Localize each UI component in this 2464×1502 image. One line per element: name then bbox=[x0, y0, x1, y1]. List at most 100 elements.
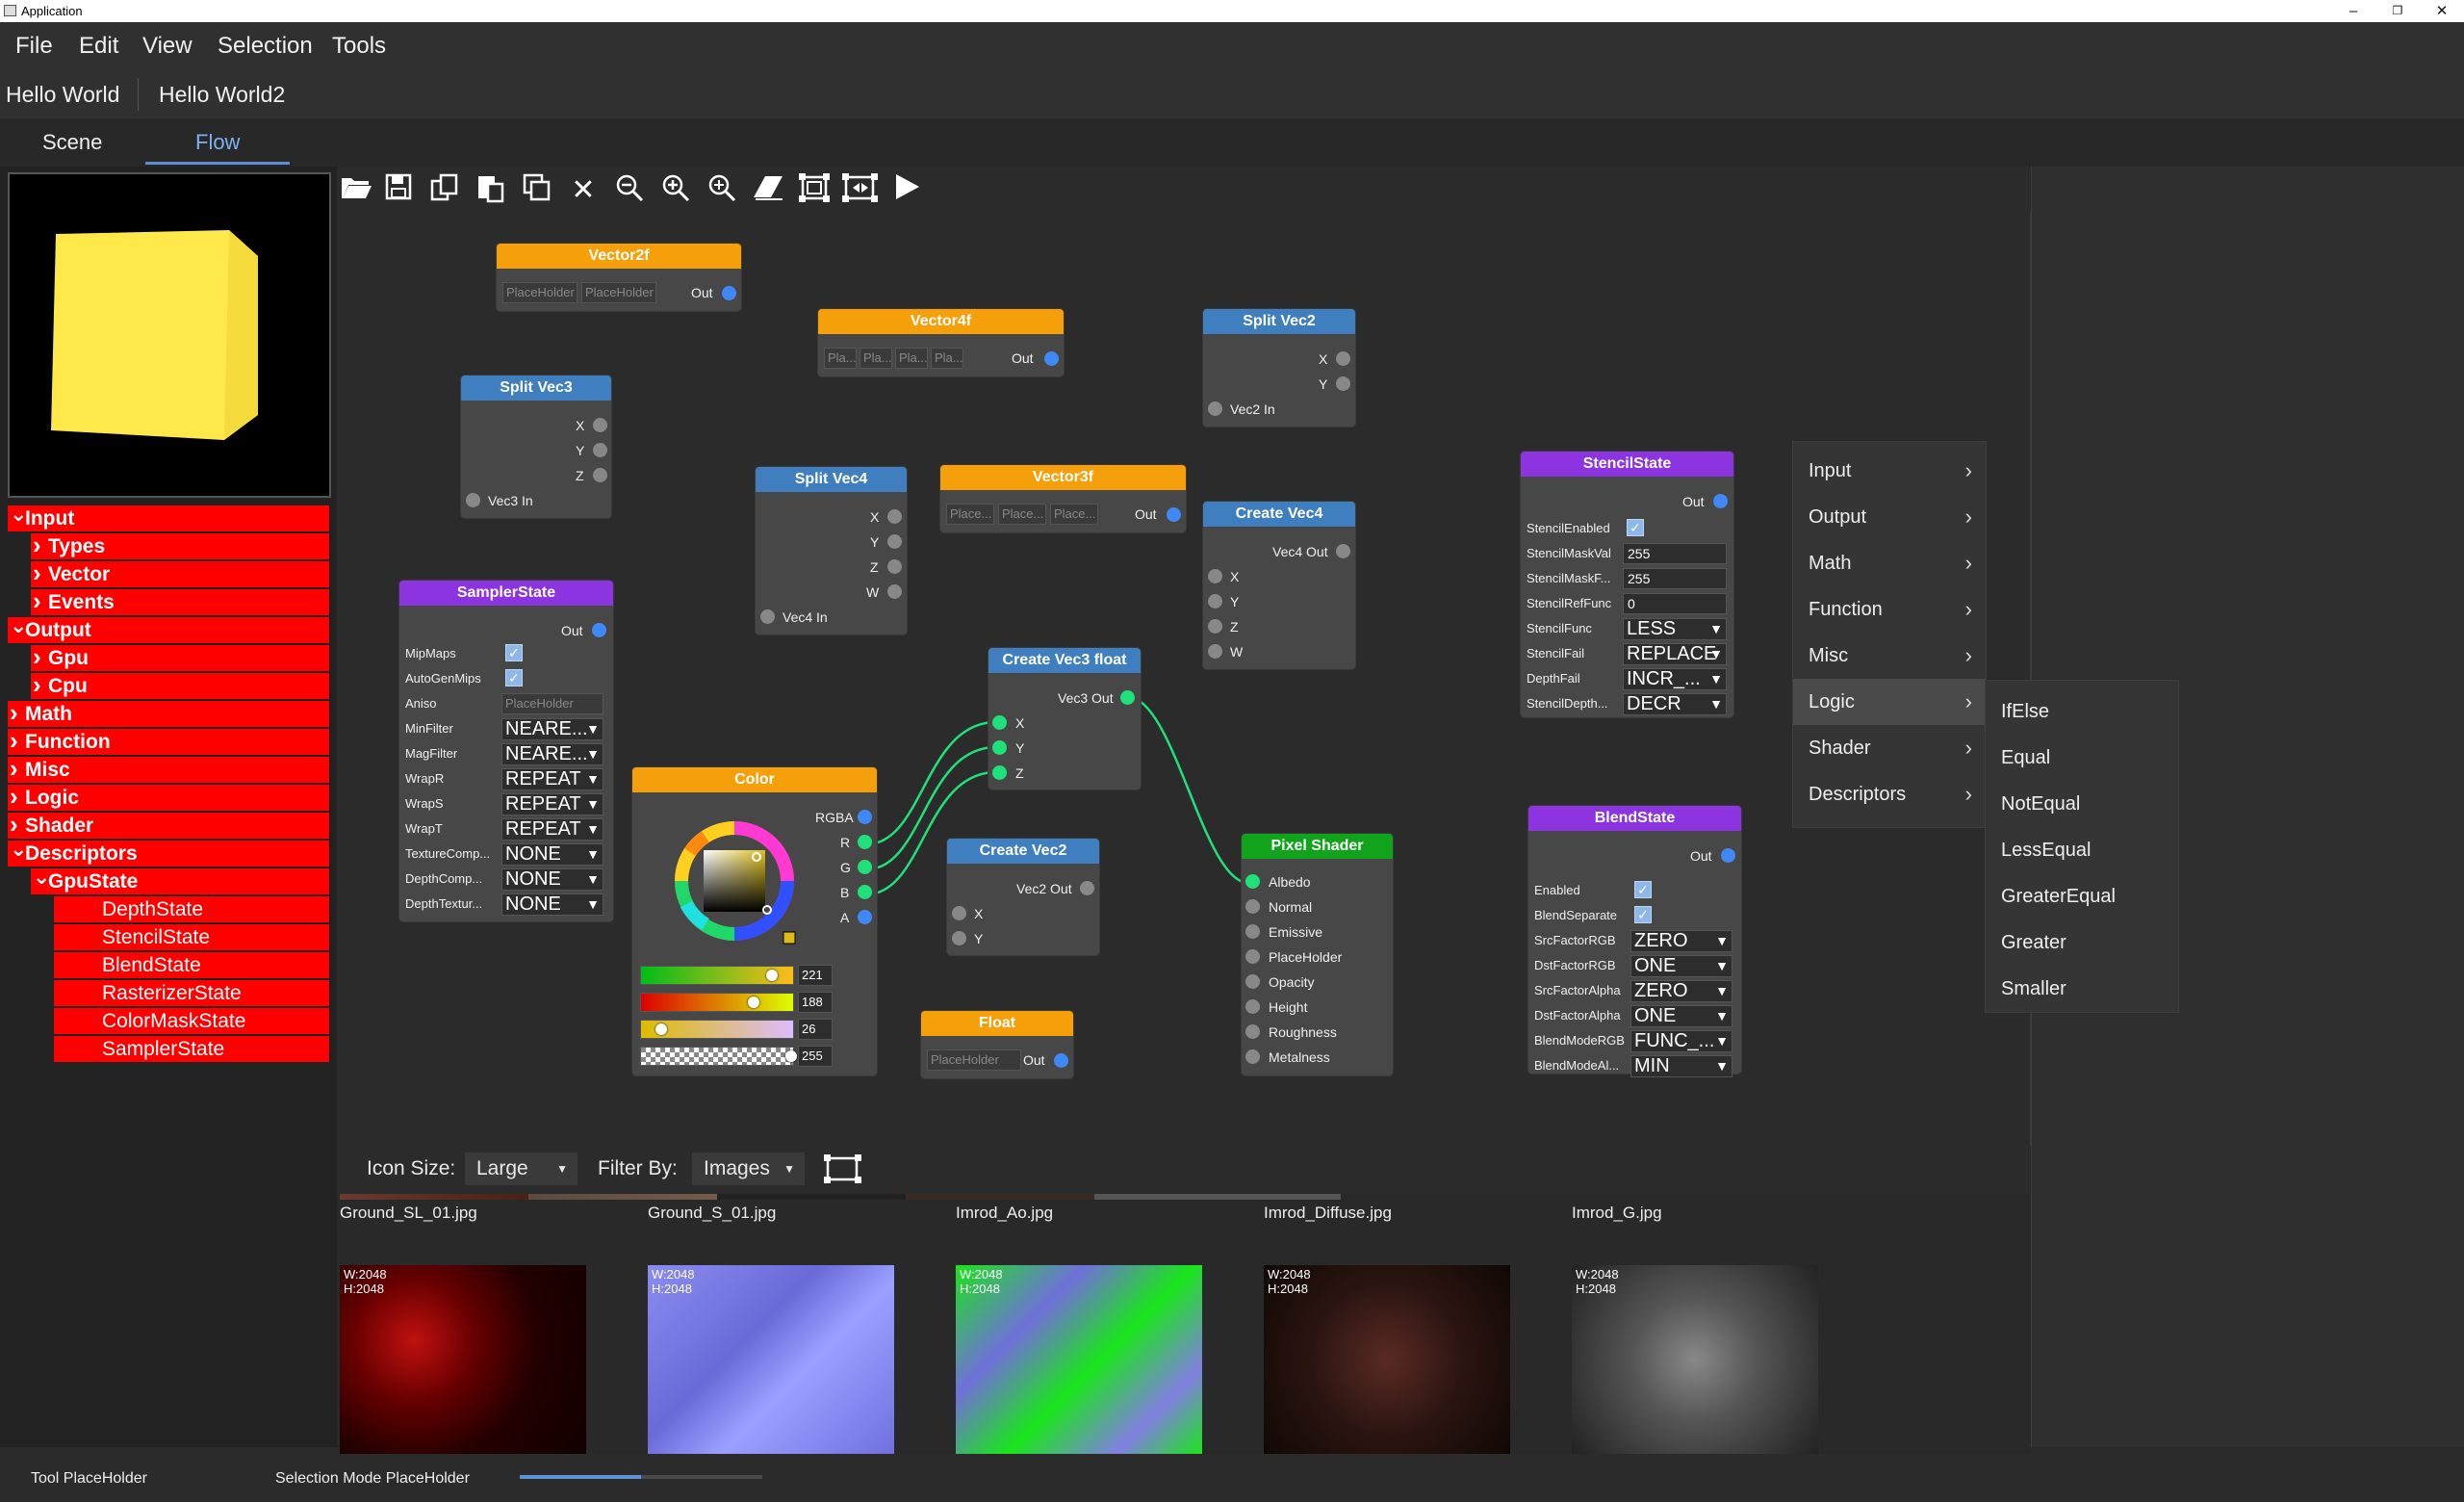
in-pin[interactable] bbox=[1245, 974, 1260, 989]
chevron-right-icon[interactable]: › bbox=[10, 812, 25, 837]
slider-handle[interactable] bbox=[766, 970, 778, 981]
context-menu-item-shader[interactable]: Shader › bbox=[1793, 725, 1986, 771]
input-y[interactable]: Pla... bbox=[860, 348, 892, 369]
node-float[interactable]: Float PlaceHolder Out bbox=[921, 1011, 1073, 1078]
chevron-down-icon[interactable]: ⌄ bbox=[10, 839, 27, 860]
menu-selection[interactable]: Selection bbox=[218, 33, 313, 60]
input-x[interactable]: Pla... bbox=[824, 348, 857, 369]
tree-item-misc[interactable]: › Misc bbox=[8, 756, 329, 783]
scene-preview[interactable] bbox=[8, 172, 331, 498]
combo-box[interactable]: REPLACE ▼ bbox=[1623, 643, 1727, 665]
tree-item-stencilstate[interactable]: StencilState bbox=[54, 924, 329, 950]
context-menu-item-input[interactable]: Input › bbox=[1793, 448, 1986, 494]
asset-filename[interactable]: Imrod_G.jpg bbox=[1572, 1204, 1662, 1223]
node-split-vec2[interactable]: Split Vec2 X Y Vec2 In bbox=[1203, 309, 1355, 427]
in-pin[interactable] bbox=[1208, 401, 1222, 416]
tree-item-cpu[interactable]: › Cpu bbox=[31, 672, 329, 699]
tree-item-function[interactable]: › Function bbox=[8, 728, 329, 755]
input-y[interactable]: Place... bbox=[998, 504, 1046, 525]
context-menu-item-descriptors[interactable]: Descriptors › bbox=[1793, 771, 1986, 817]
submenu-item-equal[interactable]: Equal bbox=[1986, 735, 2178, 781]
color-value-r[interactable]: 221 bbox=[798, 965, 833, 986]
tree-item-logic[interactable]: › Logic bbox=[8, 784, 329, 811]
out-pin[interactable] bbox=[1721, 848, 1735, 863]
combo-box[interactable]: INCR_... ▼ bbox=[1623, 668, 1727, 690]
chevron-right-icon[interactable]: › bbox=[10, 728, 25, 753]
tab-scene[interactable]: Scene bbox=[42, 130, 102, 155]
menu-file[interactable]: File bbox=[15, 33, 53, 60]
color-value-a[interactable]: 255 bbox=[798, 1046, 833, 1067]
context-menu-item-output[interactable]: Output › bbox=[1793, 494, 1986, 540]
node-pixel-shader[interactable]: Pixel Shader Albedo Normal Emissive PlaceHo… bbox=[1242, 834, 1393, 1075]
icon-size-select[interactable]: Large ▼ bbox=[465, 1152, 578, 1185]
in-pin[interactable] bbox=[1245, 999, 1260, 1014]
color-slider-b[interactable] bbox=[640, 1020, 794, 1039]
tree-item-blendstate[interactable]: BlendState bbox=[54, 952, 329, 978]
combo-box[interactable]: LESS ▼ bbox=[1623, 618, 1727, 640]
asset-thumbnail[interactable]: W:2048 H:2048 bbox=[340, 1265, 586, 1454]
input-w[interactable]: Pla... bbox=[931, 348, 963, 369]
out-y-pin[interactable] bbox=[1336, 376, 1350, 391]
color-value-g[interactable]: 188 bbox=[798, 992, 833, 1013]
tree-item-depthstate[interactable]: DepthState bbox=[54, 896, 329, 922]
out-r-pin[interactable] bbox=[858, 835, 872, 849]
combo-box[interactable]: ZERO ▼ bbox=[1630, 930, 1732, 952]
duplicate-icon[interactable] bbox=[518, 172, 556, 209]
input-value[interactable]: PlaceHolder bbox=[927, 1049, 1021, 1071]
submenu-item-lessequal[interactable]: LessEqual bbox=[1986, 827, 2178, 873]
out-x-pin[interactable] bbox=[1336, 351, 1350, 366]
asset-filename[interactable]: Ground_S_01.jpg bbox=[648, 1204, 776, 1223]
out-z-pin[interactable] bbox=[593, 468, 607, 482]
checkbox[interactable]: ✓ bbox=[1634, 881, 1652, 898]
value-field[interactable]: PlaceHolder bbox=[501, 693, 603, 714]
out-y-pin[interactable] bbox=[593, 443, 607, 457]
combo-box[interactable]: NEARE... ▼ bbox=[501, 743, 603, 765]
tab-hello-world[interactable]: Hello World bbox=[6, 82, 119, 108]
combo-box[interactable]: NONE ▼ bbox=[501, 893, 603, 916]
out-a-pin[interactable] bbox=[858, 910, 872, 924]
in-z-pin[interactable] bbox=[992, 765, 1007, 780]
zoom-reset-icon[interactable] bbox=[703, 172, 741, 209]
submenu-item-ifelse[interactable]: IfElse bbox=[1986, 688, 2178, 735]
fit-all-icon[interactable] bbox=[841, 172, 880, 209]
submenu-item-greaterequal[interactable]: GreaterEqual bbox=[1986, 873, 2178, 919]
node-vector2f[interactable]: Vector2f PlaceHolder PlaceHolder Out bbox=[497, 244, 741, 311]
value-field[interactable]: 0 bbox=[1623, 593, 1727, 614]
value-field[interactable]: 255 bbox=[1623, 543, 1727, 564]
tree-item-samplerstate[interactable]: SamplerState bbox=[54, 1036, 329, 1062]
node-sampler-state[interactable]: SamplerState Out MipMaps ✓ AutoGenMips ✓ Ani… bbox=[399, 581, 613, 921]
checkbox[interactable]: ✓ bbox=[505, 644, 523, 661]
in-pin[interactable] bbox=[1245, 874, 1260, 889]
combo-box[interactable]: MIN ▼ bbox=[1630, 1055, 1732, 1077]
in-pin[interactable] bbox=[1245, 1024, 1260, 1039]
copy-icon[interactable] bbox=[425, 172, 464, 209]
asset-thumbnail[interactable]: W:2048 H:2048 bbox=[648, 1265, 894, 1454]
close-icon[interactable]: ✕ bbox=[2420, 0, 2464, 22]
out-b-pin[interactable] bbox=[858, 885, 872, 899]
input-y[interactable]: PlaceHolder bbox=[581, 282, 656, 303]
slider-handle[interactable] bbox=[655, 1023, 667, 1035]
menu-view[interactable]: View bbox=[142, 33, 192, 60]
combo-box[interactable]: REPEAT ▼ bbox=[501, 818, 603, 841]
tree-item-output[interactable]: ⌄Output bbox=[8, 615, 329, 643]
out-pin[interactable] bbox=[722, 286, 736, 300]
chevron-right-icon[interactable]: › bbox=[33, 672, 48, 697]
chevron-right-icon[interactable]: › bbox=[10, 700, 25, 725]
node-split-vec4[interactable]: Split Vec4 X Y Z W Vec4 In bbox=[756, 467, 907, 634]
chevron-down-icon[interactable]: ⌄ bbox=[33, 867, 50, 888]
out-pin[interactable] bbox=[1054, 1053, 1068, 1068]
combo-box[interactable]: ONE ▼ bbox=[1630, 1005, 1732, 1027]
input-z[interactable]: Pla... bbox=[895, 348, 928, 369]
asset-filename[interactable]: Imrod_Ao.jpg bbox=[956, 1204, 1053, 1223]
play-icon[interactable] bbox=[887, 172, 926, 209]
fit-view-icon[interactable] bbox=[823, 1153, 863, 1189]
paste-icon[interactable] bbox=[472, 172, 510, 209]
chevron-down-icon[interactable]: ⌄ bbox=[10, 504, 27, 525]
node-color[interactable]: Color RGBA R G B A 221 188 26 255 bbox=[632, 767, 877, 1075]
node-split-vec3[interactable]: Split Vec3 X Y Z Vec3 In bbox=[461, 376, 611, 518]
out-x-pin[interactable] bbox=[887, 509, 902, 524]
chevron-right-icon[interactable]: › bbox=[33, 560, 48, 585]
in-pin[interactable] bbox=[760, 609, 775, 624]
slider-handle[interactable] bbox=[785, 1050, 797, 1062]
node-create-vec2[interactable]: Create Vec2 Vec2 Out X Y bbox=[947, 839, 1099, 955]
